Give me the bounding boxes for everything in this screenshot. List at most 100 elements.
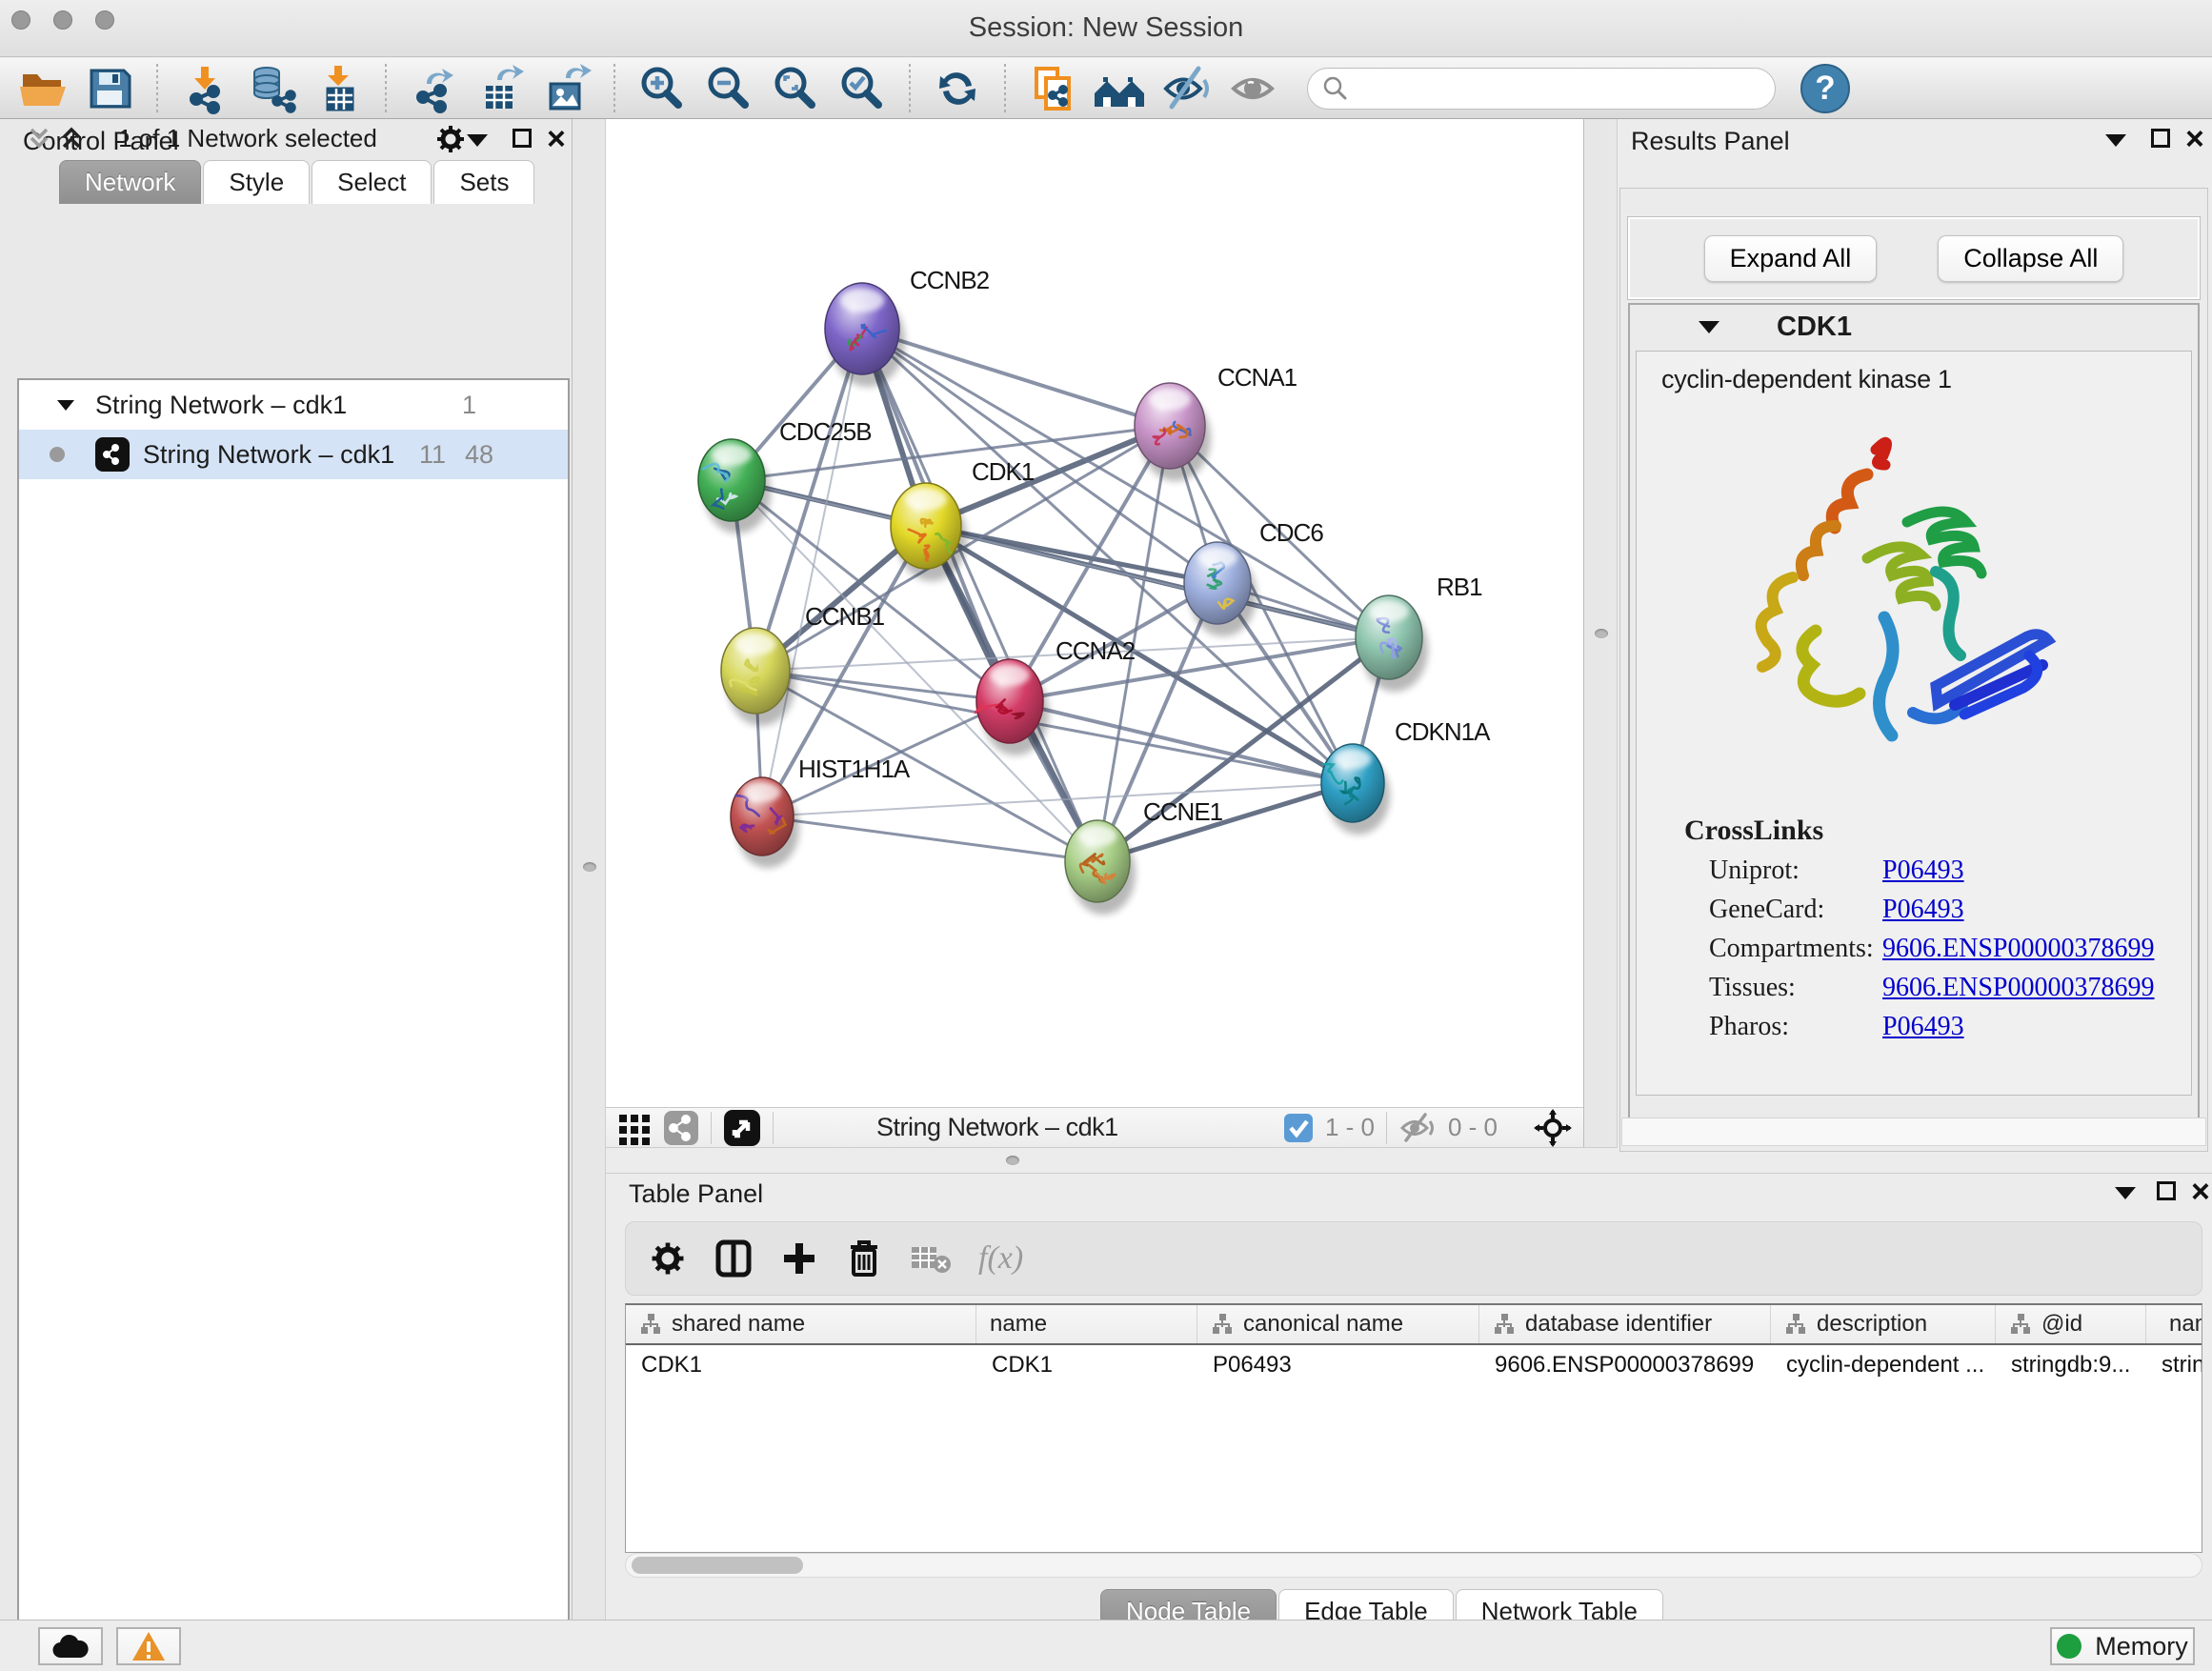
tab-select[interactable]: Select	[312, 160, 432, 204]
zoom-fit-icon[interactable]	[766, 62, 825, 115]
hidden-eye-slash-icon	[1398, 1112, 1437, 1144]
show-columns-icon[interactable]	[714, 1238, 754, 1278]
grid-view-icon[interactable]	[617, 1111, 652, 1145]
column-header-description[interactable]: description	[1771, 1305, 1996, 1343]
table-cell[interactable]: CDK1	[626, 1352, 976, 1379]
tab-network[interactable]: Network	[59, 160, 201, 204]
open-in-new-window-icon[interactable]	[723, 1109, 761, 1147]
crosslink-link[interactable]: 9606.ENSP00000378699	[1882, 973, 2154, 1003]
control-panel-float-icon[interactable]	[513, 129, 532, 148]
collection-expand-icon[interactable]	[57, 400, 74, 411]
network-node-CCNA2[interactable]	[975, 659, 1049, 755]
table-options-gear-icon[interactable]	[649, 1239, 687, 1278]
column-header-@id[interactable]: @id	[1996, 1305, 2146, 1343]
network-node-CCNB2[interactable]	[825, 283, 905, 387]
table-cell[interactable]: P06493	[1197, 1352, 1479, 1379]
scrollbar-thumb[interactable]	[632, 1557, 803, 1574]
network-node-CCNE1[interactable]	[1065, 820, 1136, 915]
network-collection-row[interactable]: String Network – cdk1 1	[19, 380, 568, 430]
function-builder-icon: f(x)	[978, 1240, 1023, 1277]
left-splitter[interactable]	[572, 119, 606, 1620]
zoom-in-icon[interactable]	[633, 62, 692, 115]
results-panel-menu-icon[interactable]	[2105, 134, 2126, 147]
table-panel-float-icon[interactable]	[2157, 1181, 2176, 1200]
crosslink-link[interactable]: 9606.ENSP00000378699	[1882, 934, 2154, 964]
import-table-file-icon[interactable]	[309, 62, 368, 115]
create-column-plus-icon[interactable]	[780, 1239, 818, 1278]
table-cell[interactable]: cyclin-dependent ...	[1771, 1352, 1996, 1379]
string-home-icon[interactable]	[1090, 62, 1149, 115]
table-cell[interactable]: stringdb	[2146, 1352, 2202, 1379]
table-horizontal-scrollbar[interactable]	[625, 1553, 2202, 1578]
memory-button[interactable]: Memory	[2050, 1627, 2195, 1665]
window-titlebar: Session: New Session	[0, 0, 2212, 57]
network-view-icon[interactable]	[663, 1110, 699, 1146]
column-header-namespace[interactable]: namespace	[2146, 1305, 2202, 1343]
crosslink-link[interactable]: P06493	[1882, 856, 1964, 886]
birds-eye-crosshair-icon[interactable]	[1534, 1109, 1572, 1147]
table-cell[interactable]: 9606.ENSP00000378699	[1479, 1352, 1771, 1379]
export-table-file-icon[interactable]	[471, 62, 530, 115]
column-header-database-identifier[interactable]: database identifier	[1479, 1305, 1771, 1343]
node-result-name: CDK1	[1777, 312, 1852, 343]
section-collapse-icon[interactable]	[1699, 321, 1719, 333]
zoom-out-icon[interactable]	[699, 62, 758, 115]
search-field[interactable]	[1307, 68, 1776, 110]
network-node-HIST1H1A[interactable]	[731, 777, 799, 868]
network-edge-HIST1H1A-CCNE1[interactable]	[762, 816, 1097, 861]
network-options-gear-icon[interactable]	[434, 123, 467, 155]
column-header-shared-name[interactable]: shared name	[626, 1305, 976, 1343]
import-network-file-icon[interactable]	[175, 62, 234, 115]
selected-checkbox-icon[interactable]	[1283, 1113, 1314, 1143]
control-panel: Control Panel × NetworkStyleSelectSets 1…	[0, 119, 572, 1620]
network-node-CDC6[interactable]	[1184, 542, 1257, 636]
network-node-RB1[interactable]	[1356, 595, 1428, 692]
table-panel-close-icon[interactable]: ×	[2191, 1182, 2210, 1201]
table-cell[interactable]: CDK1	[976, 1352, 1197, 1379]
search-input[interactable]	[1356, 74, 1756, 102]
network-canvas[interactable]: CCNB2CCNA1CDC25BCDK1CDC6RB1CCNB1CCNA2CDK…	[606, 119, 1583, 1107]
string-results-container: Expand All Collapse All CDK1 cyclin-depe…	[1619, 188, 2208, 1152]
column-header-name[interactable]: name	[976, 1305, 1197, 1343]
import-network-database-icon[interactable]	[242, 62, 301, 115]
open-session-icon[interactable]	[13, 62, 72, 115]
results-panel-close-icon[interactable]: ×	[2185, 130, 2204, 149]
help-button[interactable]: ?	[1800, 64, 1850, 113]
column-header-label: shared name	[672, 1311, 805, 1338]
results-panel-scrollbar[interactable]	[1621, 1117, 2206, 1146]
network-node-CDKN1A[interactable]	[1321, 744, 1390, 835]
results-panel-float-icon[interactable]	[2151, 129, 2170, 148]
export-network-file-icon[interactable]	[404, 62, 463, 115]
cloud-service-button[interactable]	[38, 1627, 103, 1665]
export-image-icon[interactable]	[537, 62, 596, 115]
network-node-CDC25B[interactable]	[698, 439, 771, 534]
delete-column-trash-icon[interactable]	[845, 1238, 883, 1278]
crosslink-link[interactable]: P06493	[1882, 1012, 1964, 1042]
hide-selected-eye-slash-icon[interactable]	[1156, 62, 1216, 115]
crosslink-link[interactable]: P06493	[1882, 895, 1964, 925]
tab-sets[interactable]: Sets	[433, 160, 534, 204]
table-panel-menu-icon[interactable]	[2115, 1187, 2136, 1199]
network-row[interactable]: String Network – cdk1 11 48	[19, 430, 568, 479]
show-all-eye-icon[interactable]	[1223, 62, 1282, 115]
node-label-CDKN1A: CDKN1A	[1395, 717, 1491, 746]
tab-style[interactable]: Style	[203, 160, 310, 204]
save-session-icon[interactable]	[80, 62, 139, 115]
right-splitter[interactable]	[1583, 119, 1618, 1147]
collapse-all-button[interactable]: Collapse All	[1938, 235, 2123, 282]
expand-all-button[interactable]: Expand All	[1704, 235, 1878, 282]
warnings-button[interactable]	[116, 1627, 181, 1665]
network-edge-CCNA2-CDKN1A[interactable]	[1010, 701, 1353, 783]
network-edge-CCNB2-RB1[interactable]	[862, 329, 1389, 637]
table-row[interactable]: CDK1CDK1P064939606.ENSP00000378699cyclin…	[626, 1345, 2202, 1385]
node-result-header[interactable]: CDK1	[1630, 305, 2198, 349]
network-edge-CCNB2-CCNA1[interactable]	[862, 329, 1170, 426]
apply-style-refresh-icon[interactable]	[928, 62, 987, 115]
table-cell[interactable]: stringdb:9...	[1996, 1352, 2146, 1379]
column-header-canonical-name[interactable]: canonical name	[1197, 1305, 1479, 1343]
column-header-label: canonical name	[1243, 1311, 1403, 1338]
zoom-selected-icon[interactable]	[833, 62, 892, 115]
node-label-CCNB2: CCNB2	[910, 266, 990, 294]
clone-network-icon[interactable]	[1023, 62, 1082, 115]
control-panel-close-icon[interactable]: ×	[547, 130, 566, 149]
